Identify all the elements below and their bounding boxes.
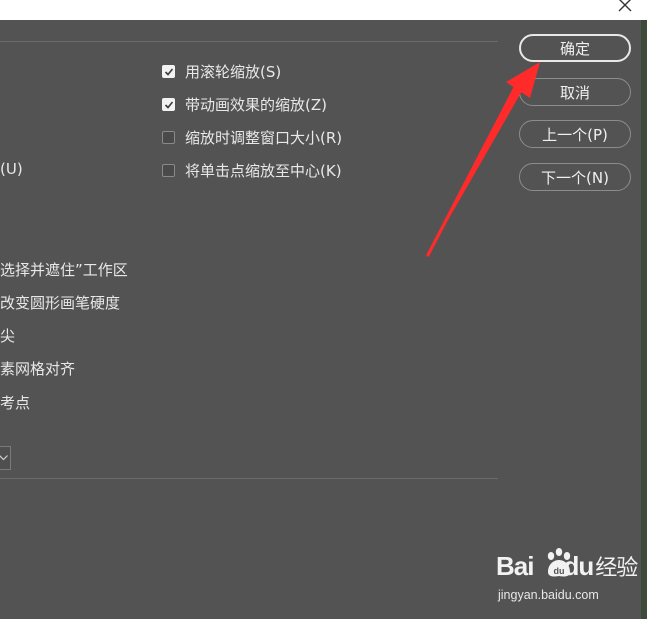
option-zoom-clicked-point-center[interactable]: 将单击点缩放至中心(K) [162,160,342,180]
dropdown-select[interactable] [0,446,11,470]
checkbox[interactable] [162,130,175,144]
checkmark-icon [164,100,174,109]
option-resize-window-on-zoom[interactable]: 缩放时调整窗口大小(R) [162,127,342,147]
previous-button[interactable]: 上一个(P) [519,120,631,148]
chevron-down-icon [0,455,8,461]
cancel-button[interactable]: 取消 [519,78,631,106]
close-icon[interactable] [617,0,633,13]
option-label: 将单击点缩放至中心(K) [185,161,342,180]
window-titlebar [0,0,647,20]
option-label: 带动画效果的缩放(Z) [185,95,327,114]
next-button[interactable]: 下一个(N) [519,163,631,191]
left-option-label: 尖 [0,327,16,345]
svg-text:du: du [554,566,565,576]
baidu-paw-icon: du [547,548,571,577]
section-divider-top [0,41,498,42]
option-scroll-wheel-zoom[interactable]: 用滚轮缩放(S) [162,61,281,81]
left-option-label: 选择并遮住”工作区 [0,261,128,279]
left-option-label: 素网格对齐 [0,360,76,378]
option-label: 用滚轮缩放(S) [185,62,282,81]
left-option-label: 考点 [0,394,31,412]
background-window-edge [641,20,647,619]
watermark-url: jingyan.baidu.com [498,588,599,602]
checkbox[interactable] [162,64,175,78]
checkbox[interactable] [162,163,175,177]
option-label: 缩放时调整窗口大小(R) [185,128,343,147]
checkmark-icon [164,67,174,76]
checkbox[interactable] [162,97,175,111]
left-option-label: 改变圆形画笔硬度 [0,294,121,312]
section-divider-bottom [0,478,498,479]
ok-button[interactable]: 确定 [519,34,631,62]
option-animated-zoom[interactable]: 带动画效果的缩放(Z) [162,94,327,114]
baidu-watermark: Bai du经验 du jingyan.baidu.com [496,546,641,606]
left-option-label: (U) [0,160,23,178]
